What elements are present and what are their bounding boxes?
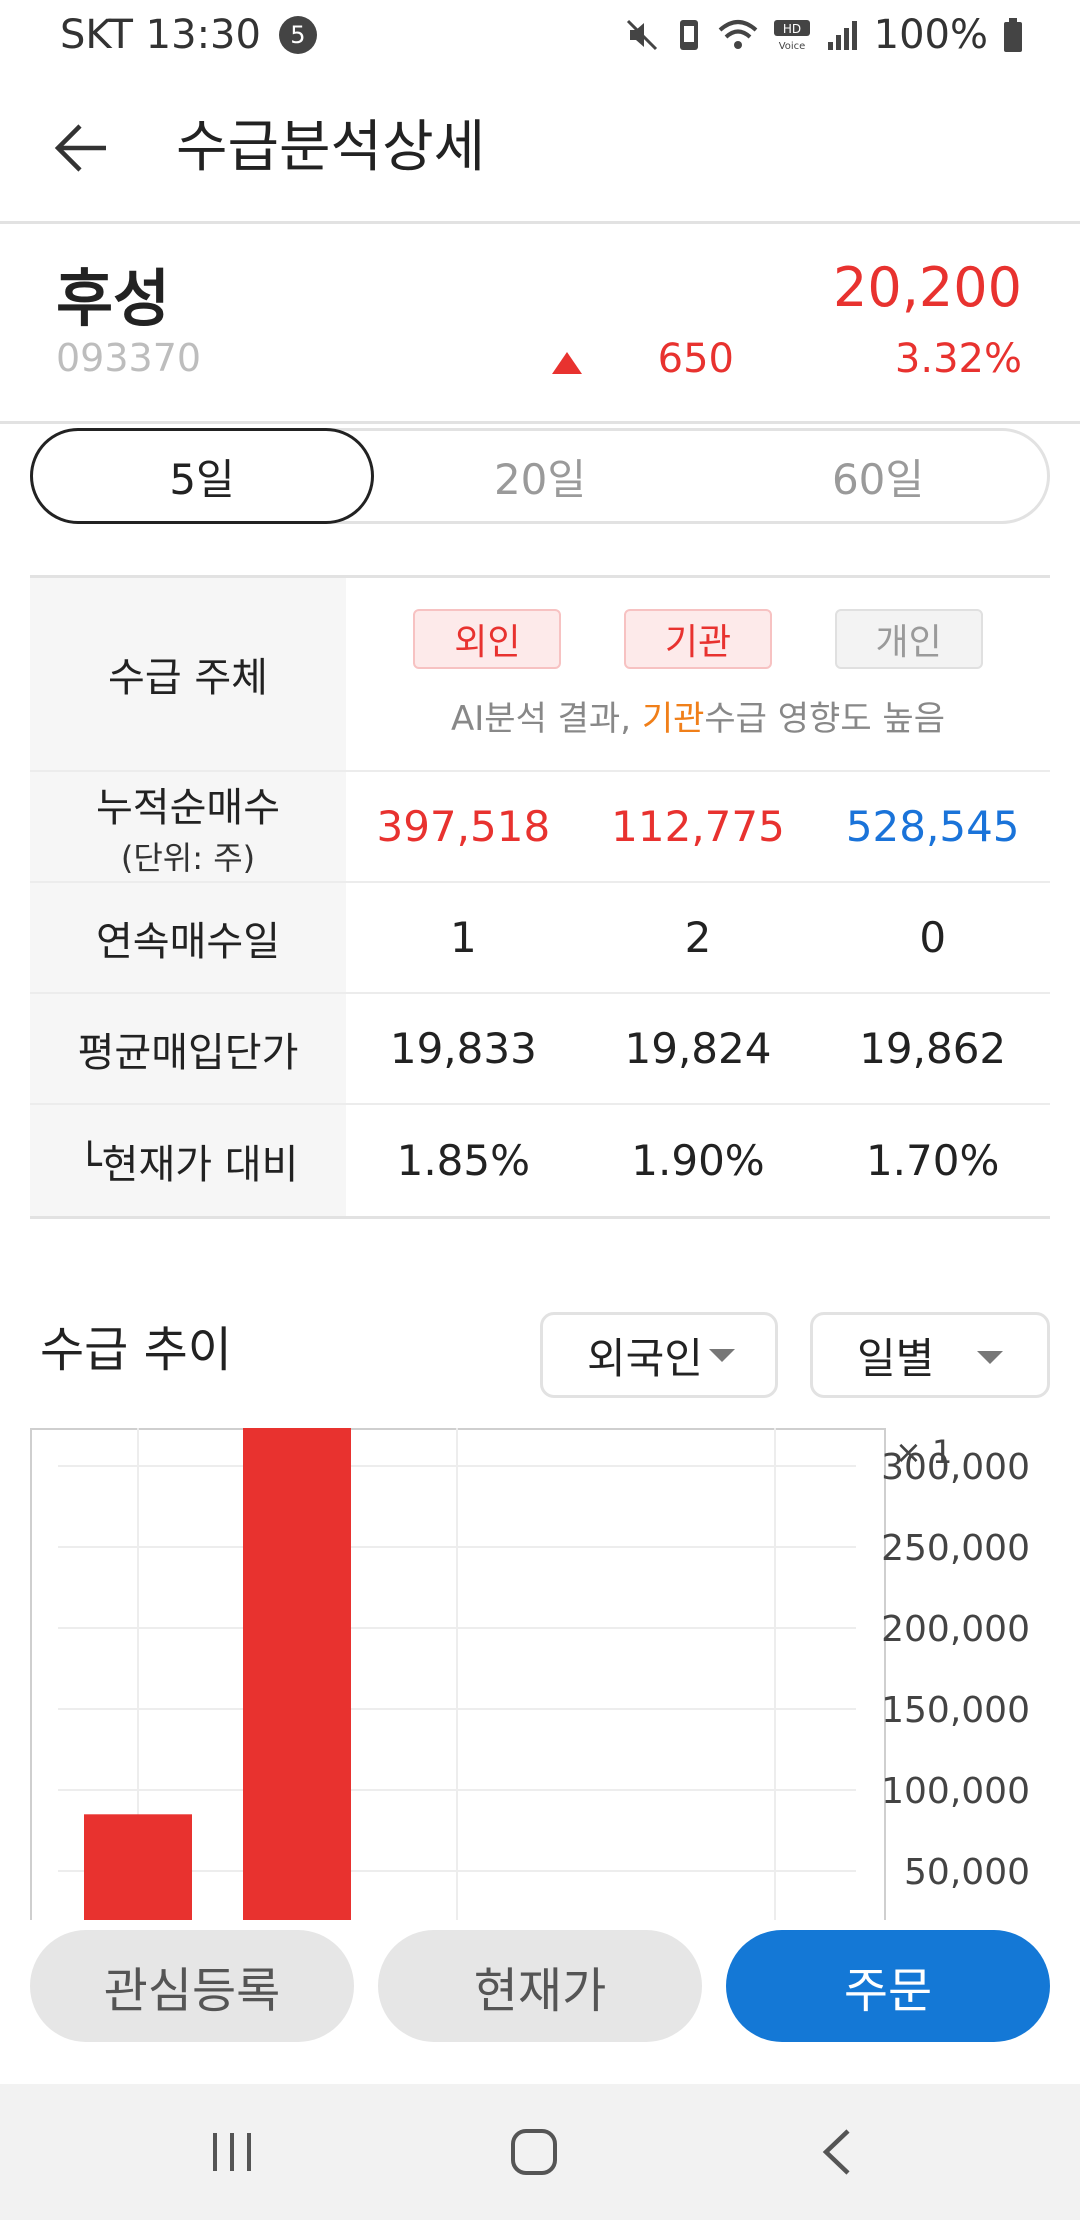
value-individual: 19,862 <box>859 1024 1007 1073</box>
carrier-time: SKT 13:30 <box>60 12 261 58</box>
ai-analysis-note: AI분석 결과, 기관수급 영향도 높음 <box>451 691 945 740</box>
note-prefix: AI분석 결과, <box>451 698 642 739</box>
caret-down-icon <box>977 1351 1003 1364</box>
note-suffix: 수급 영향도 높음 <box>704 698 945 739</box>
supply-trend-chart: 300,000 250,000 200,000 150,000 100,000 50,00… <box>30 1428 1080 1920</box>
app-bar: 수급분석상세 <box>0 72 1080 224</box>
row-values: 19,833 19,824 19,862 <box>346 994 1050 1103</box>
battery-text: 100% <box>873 12 988 58</box>
table-row: 평균매입단가 19,833 19,824 19,862 <box>30 994 1050 1105</box>
up-triangle-icon <box>552 352 582 374</box>
investor-dropdown[interactable]: 외국인 <box>540 1312 778 1398</box>
trend-title: 수급 추이 <box>40 1322 232 1378</box>
table-row-subject: 수급 주체 외인 기관 개인 AI분석 결과, 기관수급 영향도 높음 <box>30 578 1050 772</box>
badge-institution: 기관 <box>623 608 772 669</box>
value-institution: 2 <box>684 913 712 962</box>
current-price-button[interactable]: 현재가 <box>378 1930 702 2042</box>
tab-20-days[interactable]: 20일 <box>371 431 709 521</box>
stock-change: 650 <box>657 336 734 382</box>
row-label-unit: (단위: 주) <box>120 838 256 877</box>
signal-icon <box>826 18 860 52</box>
chart-y-tick-label: 250,000 <box>881 1528 1030 1569</box>
recent-apps-button[interactable] <box>192 2122 272 2182</box>
row-label-text: 누적순매수 <box>96 784 280 831</box>
chart-multiplier-label: × 1 <box>895 1433 952 1471</box>
stock-price: 20,200 <box>833 256 1022 319</box>
investor-dropdown-value: 외국인 <box>587 1333 703 1383</box>
chart-bar <box>243 1428 351 1920</box>
row-label: 누적순매수 (단위: 주) <box>30 772 346 881</box>
row-label: 수급 주체 <box>30 578 346 770</box>
row-label: └현재가 대비 <box>30 1105 346 1216</box>
nav-back-button[interactable] <box>798 2122 878 2182</box>
status-right: HD Voice 100% <box>610 12 1024 58</box>
tab-60-days[interactable]: 60일 <box>709 431 1047 521</box>
row-values: 1.85% 1.90% 1.70% <box>346 1105 1050 1216</box>
period-tabs: 5일 20일 60일 <box>30 428 1050 524</box>
row-label: 평균매입단가 <box>30 994 346 1103</box>
svg-text:Voice: Voice <box>778 41 805 52</box>
subject-body: 외인 기관 개인 AI분석 결과, 기관수급 영향도 높음 <box>346 578 1050 770</box>
value-foreign: 397,518 <box>376 802 551 851</box>
value-individual: 1.70% <box>865 1136 1000 1185</box>
order-button[interactable]: 주문 <box>726 1930 1050 2042</box>
mute-icon <box>624 17 660 53</box>
table-row: └현재가 대비 1.85% 1.90% 1.70% <box>30 1105 1050 1216</box>
vibrate-icon <box>674 17 704 53</box>
stock-name: 후성 <box>56 262 171 335</box>
arrow-left-icon <box>54 124 106 172</box>
value-institution: 1.90% <box>631 1136 765 1185</box>
notification-count-badge: 5 <box>278 16 317 54</box>
row-values: 1 2 0 <box>346 883 1050 992</box>
table-row: 연속매수일 1 2 0 <box>30 883 1050 994</box>
value-individual: 0 <box>919 913 947 962</box>
value-foreign: 19,833 <box>389 1024 537 1073</box>
home-icon <box>511 2129 557 2175</box>
caret-down-icon <box>708 1348 735 1362</box>
svg-text:HD: HD <box>783 22 801 36</box>
supply-analysis-table: 수급 주체 외인 기관 개인 AI분석 결과, 기관수급 영향도 높음 누적순매… <box>30 575 1050 1219</box>
home-button[interactable] <box>494 2122 574 2182</box>
nav-back-icon <box>822 2129 850 2175</box>
value-individual: 528,545 <box>845 802 1020 851</box>
system-nav-bar <box>0 2084 1080 2220</box>
status-left: SKT 13:30 5 <box>60 12 317 58</box>
bottom-action-bar: 관심등록 현재가 주문 <box>0 1920 1080 2084</box>
note-highlight: 기관 <box>641 698 705 739</box>
battery-icon <box>1002 17 1024 53</box>
status-bar: SKT 13:30 5 HD Voice 100% <box>0 0 1080 72</box>
tab-5-days[interactable]: 5일 <box>30 428 374 524</box>
subject-badges: 외인 기관 개인 <box>346 608 1050 669</box>
row-label: 연속매수일 <box>30 883 346 992</box>
stock-change-rate: 3.32% <box>894 336 1022 382</box>
chart-svg: 300,000250,000200,000150,000100,00050,00… <box>30 1428 1030 1920</box>
chart-y-tick-label: 50,000 <box>904 1852 1030 1893</box>
value-institution: 112,775 <box>611 802 785 851</box>
value-foreign: 1 <box>449 913 477 962</box>
recent-apps-icon <box>213 2133 251 2171</box>
badge-foreign: 외인 <box>413 608 562 669</box>
watchlist-button[interactable]: 관심등록 <box>30 1930 354 2042</box>
period-dropdown-value: 일별 <box>857 1333 935 1383</box>
period-dropdown[interactable]: 일별 <box>810 1312 1050 1398</box>
chart-bar <box>84 1814 192 1920</box>
page-title: 수급분석상세 <box>176 115 486 180</box>
wifi-icon <box>718 18 758 52</box>
row-values: 397,518 112,775 528,545 <box>346 772 1050 881</box>
table-row: 누적순매수 (단위: 주) 397,518 112,775 528,545 <box>30 772 1050 883</box>
value-institution: 19,824 <box>624 1024 772 1073</box>
stock-code: 093370 <box>56 336 202 380</box>
chart-y-tick-label: 200,000 <box>881 1609 1030 1650</box>
back-button[interactable] <box>42 108 122 188</box>
badge-individual: 개인 <box>834 608 983 669</box>
chart-y-tick-label: 150,000 <box>881 1690 1030 1731</box>
stock-summary: 후성 093370 20,200 650 3.32% <box>0 224 1080 424</box>
chart-y-tick-label: 100,000 <box>881 1771 1030 1812</box>
hd-voice-icon: HD Voice <box>772 18 812 52</box>
value-foreign: 1.85% <box>396 1136 531 1185</box>
